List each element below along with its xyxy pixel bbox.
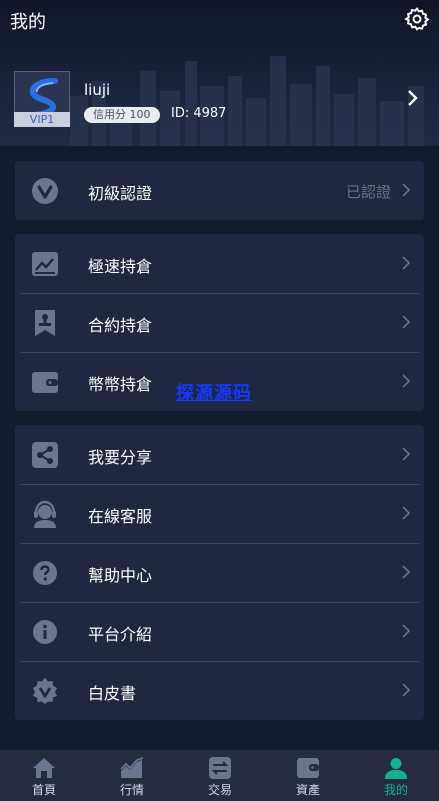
help-icon [33,561,57,585]
contract-icon [35,310,55,336]
whitepaper-badge-icon [33,678,57,704]
chevron-right-icon [402,256,411,270]
tab-profile[interactable]: 我的 [352,750,439,801]
tab-market[interactable]: 行情 [88,750,176,801]
menu-item-help-center[interactable]: 幫助中心 [15,543,424,602]
exchange-icon [209,757,231,779]
verification-card: 初級認證 已認證 [15,161,424,220]
tab-label: 行情 [119,783,144,797]
menu-item-label: 幫助中心 [88,566,153,585]
chevron-right-icon [402,506,411,520]
verified-v-icon [32,178,58,204]
tab-home[interactable]: 首頁 [0,750,88,801]
menu-item-label: 合約持倉 [88,316,153,335]
tab-label: 我的 [383,783,408,797]
wallet-icon [32,372,58,393]
menu-item-platform-intro[interactable]: 平台介紹 [15,602,424,661]
market-chart-icon [120,757,144,778]
tab-label: 資產 [295,783,320,797]
menu-item-verification[interactable]: 初級認證 已認證 [15,161,424,220]
chevron-right-icon [402,565,411,579]
bottom-tab-bar: 首頁 行情 交易 資產 我的 [0,750,439,801]
username: liuji [84,81,111,99]
info-icon [33,620,57,644]
chevron-right-icon[interactable] [404,89,420,107]
chevron-right-icon [402,447,411,461]
more-card: 我要分享 在線客服 幫助中心 平台介紹 白皮書 [15,425,424,720]
menu-item-label: 初級認證 [88,184,153,203]
chevron-right-icon [402,624,411,638]
credit-score-badge: 信用分 100 [84,107,160,123]
share-icon [32,442,58,468]
customer-service-icon [34,500,56,528]
wallet-icon [297,758,319,778]
menu-item-label: 極速持倉 [88,257,153,276]
user-id: ID: 4987 [171,106,227,121]
menu-item-share[interactable]: 我要分享 [15,425,424,484]
tab-assets[interactable]: 資產 [264,750,352,801]
menu-item-label: 白皮書 [88,684,137,703]
tab-trade[interactable]: 交易 [176,750,264,801]
home-icon [33,758,55,778]
chevron-right-icon [402,374,411,388]
trend-chart-icon [32,252,58,276]
menu-item-fast-positions[interactable]: 極速持倉 [15,234,424,293]
tab-label: 首頁 [31,783,56,797]
verification-status: 已認證 [345,183,391,201]
user-icon [385,758,407,779]
tab-label: 交易 [207,783,232,797]
chevron-right-icon [402,315,411,329]
menu-item-label: 幣幣持倉 [88,375,153,394]
chevron-right-icon [402,683,411,697]
chevron-right-icon [402,183,411,197]
menu-item-label: 在線客服 [88,507,153,526]
watermark-text: 探源源码 [176,383,252,404]
settings-gear-icon[interactable] [404,6,430,32]
menu-item-whitepaper[interactable]: 白皮書 [15,661,424,720]
menu-item-customer-service[interactable]: 在線客服 [15,484,424,543]
vip-badge: VIP1 [14,112,70,127]
menu-item-contract-positions[interactable]: 合約持倉 [15,293,424,352]
menu-item-label: 我要分享 [88,448,153,467]
page-title: 我的 [10,12,46,33]
profile-header: 我的 VIP1 liuji 信用分 100 ID: 4987 [0,0,439,146]
menu-item-label: 平台介紹 [88,625,153,644]
